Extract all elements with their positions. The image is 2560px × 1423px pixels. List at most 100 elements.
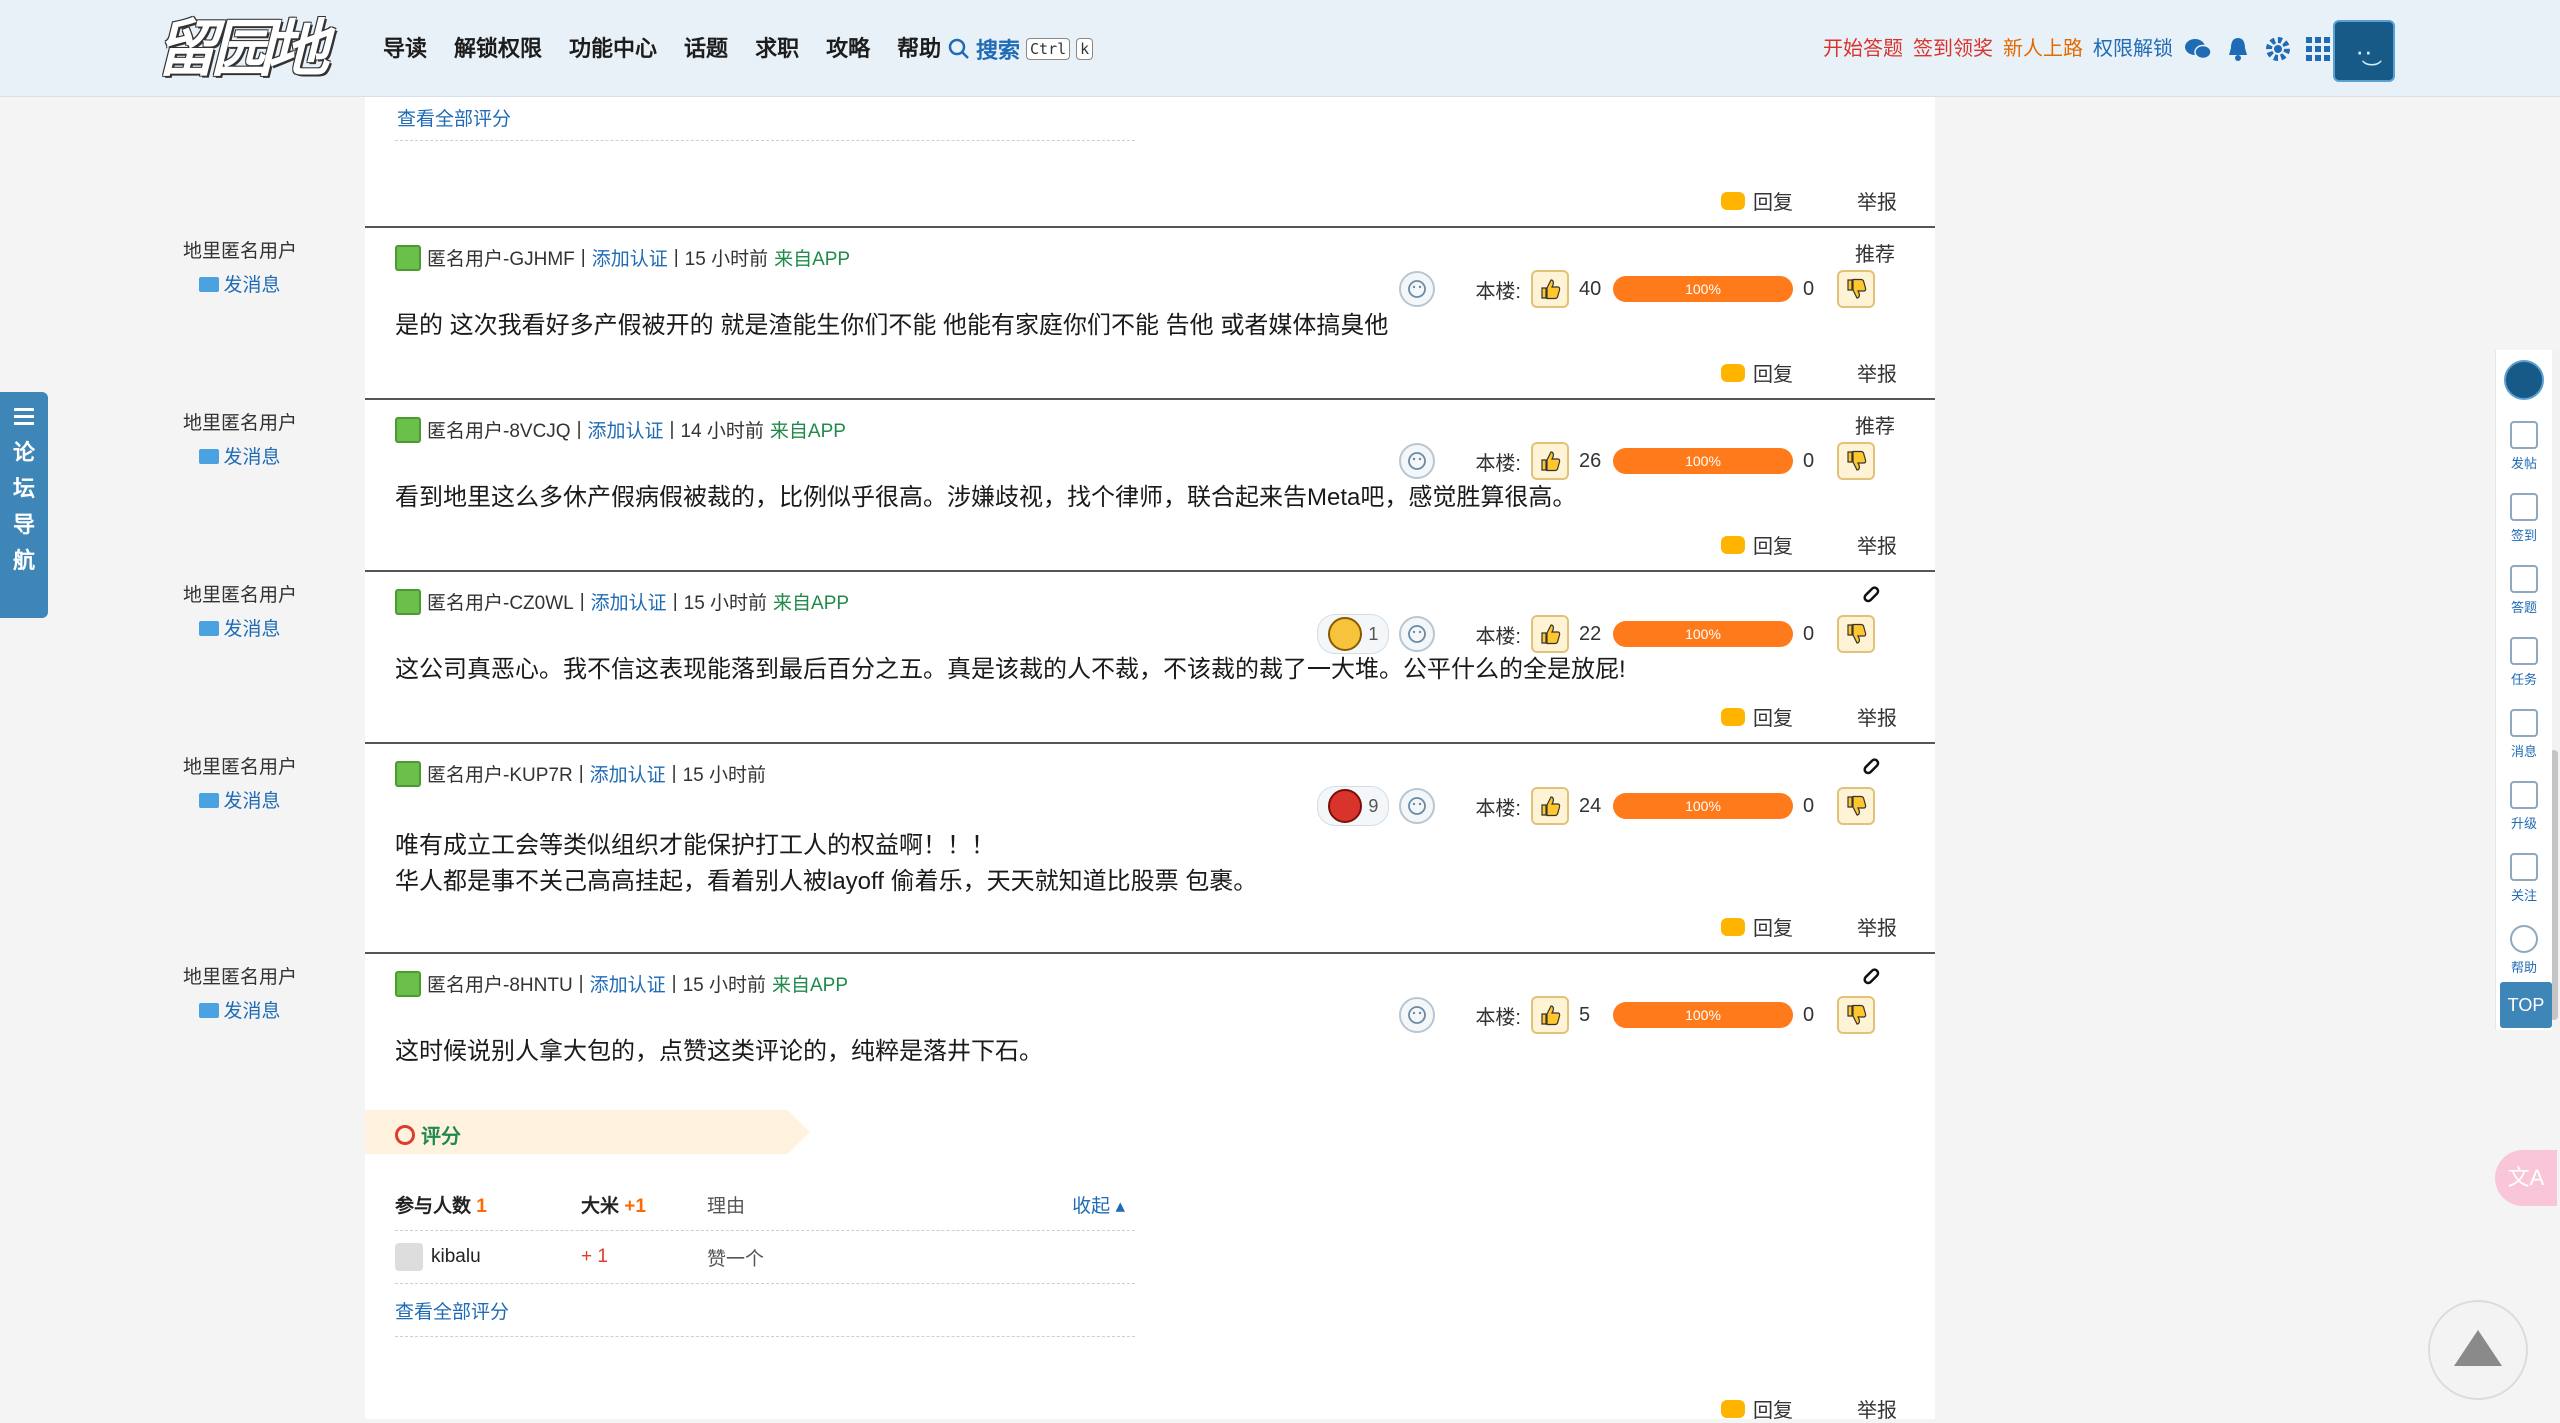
thumbs-up-icon[interactable] — [1531, 787, 1569, 825]
tool-answer[interactable]: 答题 — [2496, 554, 2552, 626]
reply-button[interactable]: 回复 — [1721, 530, 1793, 559]
user-icon — [395, 588, 421, 615]
pin-icon[interactable] — [1859, 964, 1883, 988]
author-name[interactable]: 地里匿名用户 — [150, 410, 330, 438]
apps-grid-icon[interactable] — [2303, 34, 2333, 64]
nav-topics[interactable]: 话题 — [684, 30, 728, 68]
nav-guide[interactable]: 导读 — [383, 30, 427, 68]
like-count: 22 — [1579, 622, 1602, 645]
nav-help[interactable]: 帮助 — [897, 30, 941, 68]
post-author[interactable]: 匿名用户-KUP7R — [427, 760, 573, 787]
reply-button[interactable]: 回复 — [1721, 912, 1793, 941]
thumbs-up-icon[interactable] — [1531, 442, 1569, 480]
send-message-link[interactable]: 发消息 — [150, 444, 330, 472]
rater[interactable]: kibalu — [395, 1243, 581, 1271]
forum-nav-tab[interactable]: 论 坛 导 航 — [0, 392, 48, 618]
tool-upgrade[interactable]: 升级 — [2496, 770, 2552, 842]
post-author[interactable]: 匿名用户-8VCJQ — [427, 416, 571, 443]
report-button[interactable]: 举报 — [1857, 702, 1897, 731]
back-to-top-button[interactable]: TOP — [2500, 982, 2552, 1028]
add-reaction-icon[interactable] — [1399, 788, 1436, 824]
add-cert-link[interactable]: 添加认证 — [592, 244, 668, 271]
send-message-link[interactable]: 发消息 — [150, 788, 330, 816]
reply-button[interactable]: 回复 — [1721, 186, 1793, 215]
send-message-link[interactable]: 发消息 — [150, 272, 330, 300]
tool-checkin[interactable]: 签到 — [2496, 482, 2552, 554]
dislike-count: 0 — [1803, 277, 1815, 300]
thumbs-down-icon[interactable] — [1837, 270, 1875, 308]
collapse-button[interactable]: 收起 ▴ — [1057, 1191, 1135, 1218]
thumbs-down-icon[interactable] — [1837, 787, 1875, 825]
post-author[interactable]: 匿名用户-8HNTU — [427, 970, 573, 997]
vote-row: 本楼: 40 100% 0 — [1399, 270, 1875, 308]
tool-follow[interactable]: 关注 — [2496, 842, 2552, 914]
scroll-up-button[interactable] — [2428, 1300, 2528, 1400]
from-app-link[interactable]: 来自APP — [772, 970, 848, 997]
start-answer-link[interactable]: 开始答题 — [1823, 30, 1903, 68]
add-cert-link[interactable]: 添加认证 — [591, 588, 667, 615]
from-app-link[interactable]: 来自APP — [774, 244, 850, 271]
add-reaction-icon[interactable] — [1399, 616, 1436, 652]
report-button[interactable]: 举报 — [1857, 186, 1897, 215]
add-cert-link[interactable]: 添加认证 — [590, 970, 666, 997]
reply-button[interactable]: 回复 — [1721, 702, 1793, 731]
user-avatar[interactable]: ·͜· — [2333, 20, 2395, 82]
add-cert-link[interactable]: 添加认证 — [588, 416, 664, 443]
thumbs-up-icon[interactable] — [1531, 270, 1569, 308]
view-all-ratings-link[interactable]: 查看全部评分 — [395, 1297, 509, 1324]
report-button[interactable]: 举报 — [1857, 530, 1897, 559]
post-text: 这公司真恶心。我不信这表现能落到最后百分之五。真是该裁的人不裁，不该裁的裁了一大… — [395, 656, 1626, 683]
reaction-pill[interactable]: 9 — [1317, 786, 1390, 826]
add-reaction-icon[interactable] — [1399, 997, 1436, 1033]
thumbs-up-icon[interactable] — [1531, 996, 1569, 1034]
nav-features[interactable]: 功能中心 — [569, 30, 657, 68]
report-button[interactable]: 举报 — [1857, 358, 1897, 387]
gear-icon[interactable] — [2263, 34, 2293, 64]
thumbs-down-icon[interactable] — [1837, 615, 1875, 653]
nav-guides[interactable]: 攻略 — [826, 30, 870, 68]
thumbs-down-icon[interactable] — [1837, 442, 1875, 480]
checkin-reward-link[interactable]: 签到领奖 — [1913, 30, 1993, 68]
reaction-pill[interactable]: 1 — [1317, 614, 1390, 654]
send-message-link[interactable]: 发消息 — [150, 998, 330, 1026]
thumbs-up-icon[interactable] — [1531, 615, 1569, 653]
tool-tasks[interactable]: 任务 — [2496, 626, 2552, 698]
nav-unlock[interactable]: 解锁权限 — [454, 30, 542, 68]
site-logo[interactable]: 留园地 — [155, 8, 365, 90]
send-message-link[interactable]: 发消息 — [150, 616, 330, 644]
reply-button[interactable]: 回复 — [1721, 358, 1793, 387]
author-name[interactable]: 地里匿名用户 — [150, 754, 330, 782]
add-reaction-icon[interactable] — [1399, 443, 1436, 479]
nav-jobs[interactable]: 求职 — [755, 30, 799, 68]
pin-icon[interactable] — [1859, 582, 1883, 606]
thumbs-down-icon[interactable] — [1837, 996, 1875, 1034]
post-author[interactable]: 匿名用户-GJHMF — [427, 244, 575, 271]
author-name[interactable]: 地里匿名用户 — [150, 964, 330, 992]
from-app-link[interactable]: 来自APP — [770, 416, 846, 443]
reply-label: 回复 — [1753, 364, 1793, 386]
post-body: 唯有成立工会等类似组织才能保护打工人的权益啊！！！ 华人都是事不关己高高挂起，看… — [395, 828, 1257, 900]
user-icon — [395, 760, 421, 787]
toolbar-avatar[interactable] — [2504, 360, 2544, 400]
post-author[interactable]: 匿名用户-CZ0WL — [427, 588, 574, 615]
reply-icon — [1721, 1399, 1745, 1418]
add-cert-link[interactable]: 添加认证 — [590, 760, 666, 787]
author-name[interactable]: 地里匿名用户 — [150, 238, 330, 266]
add-reaction-icon[interactable] — [1399, 271, 1436, 307]
like-count: 26 — [1579, 449, 1602, 472]
wechat-icon[interactable] — [2183, 34, 2213, 64]
collapse-label: 收起 — [1072, 1195, 1111, 1217]
author-name[interactable]: 地里匿名用户 — [150, 582, 330, 610]
search-button[interactable]: 搜索 Ctrl k — [948, 30, 1094, 68]
new-user-link[interactable]: 新人上路 — [2003, 30, 2083, 68]
view-all-ratings-link[interactable]: 查看全部评分 — [397, 104, 511, 131]
pin-icon[interactable] — [1859, 754, 1883, 778]
tool-post[interactable]: 发帖 — [2496, 410, 2552, 482]
tool-help[interactable]: 帮助 — [2496, 914, 2552, 986]
translate-button[interactable]: 文A — [2495, 1150, 2557, 1206]
report-button[interactable]: 举报 — [1857, 912, 1897, 941]
tool-messages[interactable]: 消息 — [2496, 698, 2552, 770]
bell-icon[interactable] — [2223, 34, 2253, 64]
unlock-permissions-link[interactable]: 权限解锁 — [2093, 30, 2173, 68]
from-app-link[interactable]: 来自APP — [773, 588, 849, 615]
